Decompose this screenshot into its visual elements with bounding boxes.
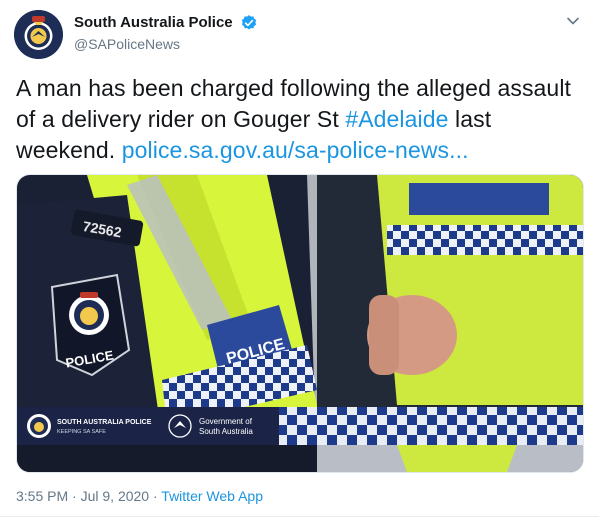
verified-badge-icon (241, 15, 257, 30)
sa-police-crest-icon (14, 10, 63, 59)
tweet-text: A man has been charged following the all… (16, 73, 586, 166)
tweet-source[interactable]: Twitter Web App (161, 488, 263, 504)
tweet-meta: 3:55 PM · Jul 9, 2020 · Twitter Web App (16, 488, 263, 504)
banner-org-line2: KEEPING SA SAFE (57, 429, 106, 435)
tweet-card: South Australia Police @SAPoliceNews A m… (0, 0, 599, 525)
tweet-media-image[interactable]: POLICE 72562 POLICE SOUTH AUSTRALIA POLI… (16, 174, 584, 473)
author-handle[interactable]: @SAPoliceNews (74, 36, 180, 52)
meta-separator: · (149, 488, 162, 504)
hashtag-link[interactable]: #Adelaide (345, 106, 448, 132)
divider (0, 516, 599, 517)
tweet-date[interactable]: Jul 9, 2020 (81, 488, 150, 504)
avatar[interactable] (14, 10, 63, 59)
meta-separator: · (68, 488, 81, 504)
tweet-time[interactable]: 3:55 PM (16, 488, 68, 504)
article-link[interactable]: police.sa.gov.au/sa-police-news... (122, 137, 469, 163)
background-vest-label-panel (409, 183, 549, 215)
author-name[interactable]: South Australia Police (74, 14, 233, 31)
banner-org-line1: SOUTH AUSTRALIA POLICE (57, 419, 152, 426)
banner-gov-line1: Government of (199, 417, 253, 426)
banner-gov-line2: South Australia (199, 427, 253, 436)
chevron-down-icon[interactable] (566, 14, 580, 28)
